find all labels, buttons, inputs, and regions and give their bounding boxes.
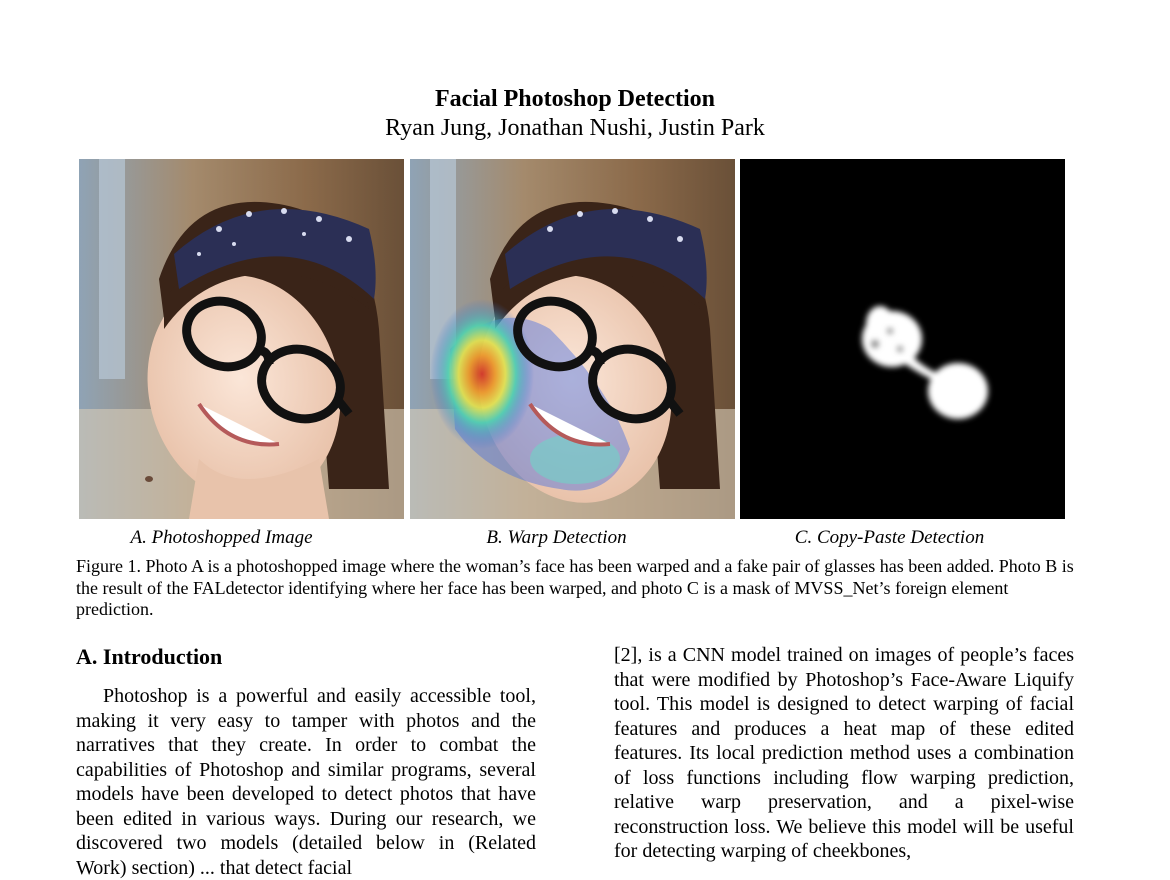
body-text-right-column: [2], is a CNN model trained on images of… xyxy=(614,644,1074,862)
body-text-left-column: Photoshop is a powerful and easily acces… xyxy=(76,685,536,879)
figure-subcaption-c: C. Copy-Paste Detection xyxy=(794,527,985,548)
figure-image-copy-paste-mask xyxy=(740,159,1065,519)
paper-title: Facial Photoshop Detection xyxy=(435,86,715,112)
section-heading: A. Introduction xyxy=(76,644,223,669)
figure-caption: Figure 1. Photo A is a photoshopped imag… xyxy=(76,556,1074,620)
figure-subcaption-b: B. Warp Detection xyxy=(486,527,627,548)
figure-image-photoshopped xyxy=(79,159,404,519)
paper-authors: Ryan Jung, Jonathan Nushi, Justin Park xyxy=(385,115,765,141)
figure-image-warp-detection xyxy=(410,159,735,519)
figure-subcaption-a: A. Photoshopped Image xyxy=(130,527,313,548)
